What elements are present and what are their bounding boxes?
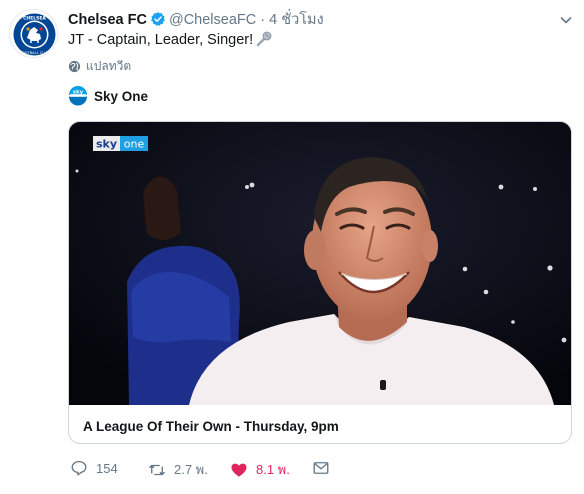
author-handle[interactable]: @ChelseaFC: [169, 12, 256, 28]
retweet-count: 2.7 พ.: [174, 462, 208, 477]
like-button[interactable]: 8.1 พ.: [230, 459, 290, 480]
retweet-icon: [149, 464, 165, 475]
reply-button[interactable]: 154: [70, 459, 118, 477]
microphone-icon: [256, 31, 274, 47]
verified-badge-icon: [150, 11, 166, 27]
retweet-button[interactable]: 2.7 พ.: [148, 459, 208, 480]
video-brand-sky: sky: [96, 138, 117, 151]
svg-text:CHELSEA: CHELSEA: [23, 16, 46, 22]
chelsea-fc-avatar[interactable]: CHELSEA FOOTBALL CLUB: [9, 9, 58, 58]
video-brand-one: one: [124, 138, 145, 151]
tweet-timestamp[interactable]: 4 ชั่วโมง: [269, 12, 324, 28]
tweet-action-bar: 154 2.7 พ. 8.1 พ.: [68, 459, 368, 479]
translate-label: แปลทวีต: [86, 59, 132, 73]
svg-text:FOOTBALL CLUB: FOOTBALL CLUB: [20, 51, 50, 55]
envelope-icon: [313, 462, 329, 474]
tweet-text-content: JT - Captain, Leader, Singer!: [68, 32, 254, 48]
video-thumbnail[interactable]: sky one: [69, 122, 571, 405]
reply-icon: [71, 460, 87, 476]
svg-text:sky: sky: [73, 90, 84, 96]
card-source[interactable]: sky Sky One: [68, 86, 148, 106]
reply-count: 154: [96, 460, 118, 476]
video-still-image: sky one: [69, 122, 571, 405]
source-name: Sky One: [94, 88, 149, 104]
meta-separator: ·: [260, 12, 266, 28]
sky-one-logo: sky: [69, 86, 87, 106]
card-title[interactable]: A League Of Their Own - Thursday, 9pm: [83, 419, 339, 434]
chelsea-crest-logo: CHELSEA FOOTBALL CLUB: [11, 11, 57, 57]
translate-tweet-link[interactable]: แปลทวีต: [68, 57, 131, 76]
media-card[interactable]: sky one A League Of Their Own - Thursday…: [68, 121, 572, 444]
like-count: 8.1 พ.: [256, 462, 290, 477]
globe-icon: [68, 60, 81, 73]
tweet-header: Chelsea FC @ChelseaFC · 4 ชั่วโมง: [68, 11, 324, 29]
direct-message-button[interactable]: [312, 459, 330, 477]
heart-icon: [231, 463, 247, 477]
author-name[interactable]: Chelsea FC: [68, 12, 147, 28]
tweet-text: JT - Captain, Leader, Singer!: [68, 31, 274, 50]
chevron-down-icon[interactable]: [558, 12, 574, 28]
